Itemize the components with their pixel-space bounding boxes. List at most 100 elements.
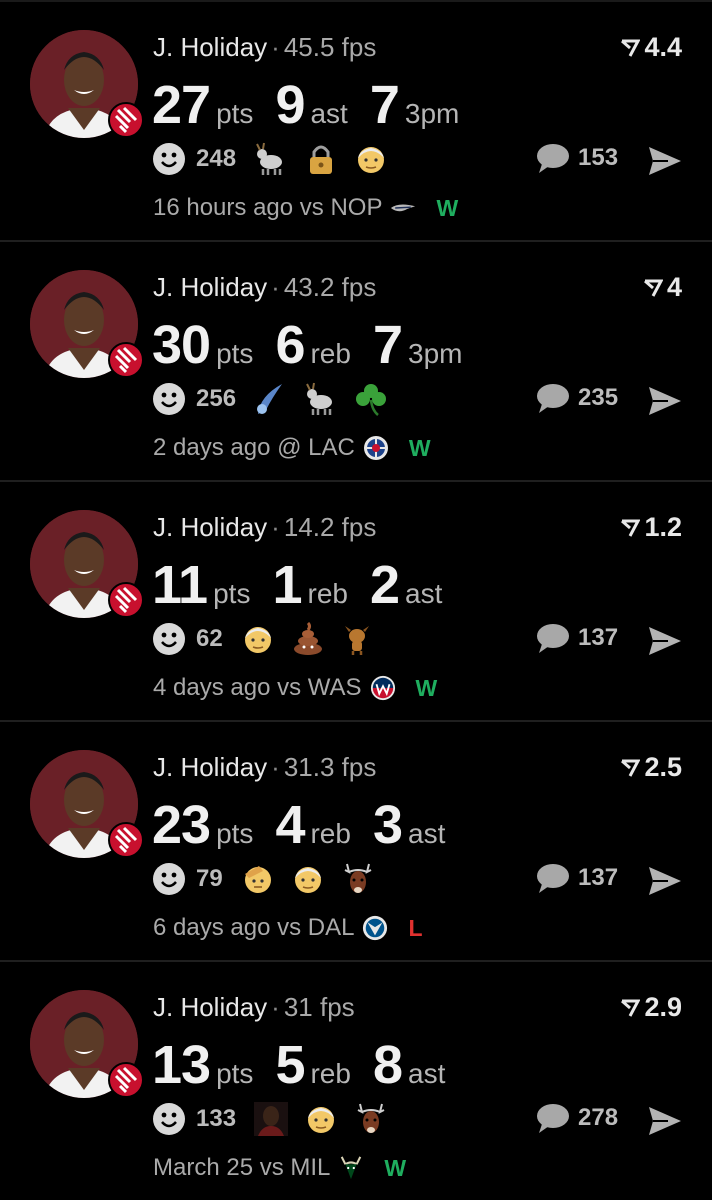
pelicans-logo-icon xyxy=(390,195,416,221)
send-icon xyxy=(649,387,681,415)
deer-icon[interactable] xyxy=(341,862,375,896)
game-info: 4 days ago vs WAS W xyxy=(153,674,437,702)
player-avatar[interactable] xyxy=(30,750,144,858)
comment-count: 137 xyxy=(578,624,619,651)
smiley-icon[interactable] xyxy=(152,622,186,656)
game-result: W xyxy=(436,194,459,221)
opponent[interactable]: WAS xyxy=(308,674,362,702)
post-time: March 25 xyxy=(153,1154,254,1181)
separator-dot: · xyxy=(271,512,280,542)
rating-score[interactable]: 2.5 xyxy=(620,752,682,783)
send-icon xyxy=(649,867,681,895)
venue: vs xyxy=(277,914,302,941)
reactions-bar: 133 xyxy=(152,1102,404,1136)
share-button[interactable] xyxy=(648,386,682,421)
share-button[interactable] xyxy=(648,866,682,901)
post-card[interactable]: J. Holiday · 43.2 fps 4 30 pts 6 reb 7 3pm 25… xyxy=(0,240,712,480)
poop-icon[interactable] xyxy=(291,622,325,656)
comment-icon xyxy=(537,624,569,653)
rating-score[interactable]: 4 xyxy=(643,272,682,303)
rating-icon xyxy=(621,999,641,1017)
opponent[interactable]: NOP xyxy=(330,194,382,222)
comments-button[interactable]: 235 xyxy=(536,382,618,414)
clippers-logo-icon xyxy=(363,435,389,461)
post-card[interactable]: J. Holiday · 31 fps 2.9 13 pts 5 reb 8 ast 13… xyxy=(0,960,712,1200)
rating-score[interactable]: 1.2 xyxy=(620,512,682,543)
rating-score[interactable]: 4.4 xyxy=(620,32,682,63)
smiley-icon[interactable] xyxy=(152,1102,186,1136)
stat-value: 9 xyxy=(275,75,305,135)
post-card[interactable]: J. Holiday · 14.2 fps 1.2 11 pts 1 reb 2 ast … xyxy=(0,480,712,720)
share-button[interactable] xyxy=(648,1106,682,1141)
player-avatar[interactable] xyxy=(30,270,144,378)
comments-button[interactable]: 153 xyxy=(536,142,618,174)
comment-count: 235 xyxy=(578,384,619,411)
player-name[interactable]: J. Holiday xyxy=(153,512,267,542)
stat-value: 6 xyxy=(275,315,305,375)
trail-blazers-logo-icon xyxy=(108,1062,144,1098)
share-button[interactable] xyxy=(648,146,682,181)
venue: vs xyxy=(299,194,324,221)
post-time: 16 hours ago xyxy=(153,194,294,221)
fantasy-points: 43.2 fps xyxy=(283,272,377,302)
stat-line: 27 pts 9 ast 7 3pm xyxy=(152,74,481,136)
game-info: 6 days ago vs DAL L xyxy=(153,914,423,942)
stat-label: 3pm xyxy=(404,98,460,129)
smiley-icon[interactable] xyxy=(152,142,186,176)
player-avatar[interactable] xyxy=(30,30,144,138)
stat-value: 8 xyxy=(372,1035,403,1095)
rating-value: 4.4 xyxy=(644,32,682,62)
stat-line: 13 pts 5 reb 8 ast xyxy=(152,1034,467,1096)
rating-score[interactable]: 2.9 xyxy=(620,992,682,1023)
post-card[interactable]: J. Holiday · 45.5 fps 4.4 27 pts 9 ast 7 3pm … xyxy=(0,0,712,240)
player-avatar[interactable] xyxy=(30,990,144,1098)
fantasy-points: 31 fps xyxy=(283,992,355,1022)
dog-icon[interactable] xyxy=(341,622,375,656)
deer-icon[interactable] xyxy=(354,1102,388,1136)
player-photo-icon[interactable] xyxy=(254,1102,289,1136)
stat-line: 11 pts 1 reb 2 ast xyxy=(152,554,464,616)
opponent[interactable]: DAL xyxy=(308,914,355,942)
comments-button[interactable]: 137 xyxy=(536,862,618,894)
shamrock-icon[interactable] xyxy=(354,382,388,416)
stat-value: 23 xyxy=(152,795,211,855)
old-man-icon[interactable] xyxy=(304,1102,338,1136)
smiley-icon[interactable] xyxy=(152,862,186,896)
separator-dot: · xyxy=(271,992,280,1022)
game-info: March 25 vs MIL W xyxy=(153,1154,406,1182)
rating-value: 2.5 xyxy=(644,752,682,782)
lock-icon[interactable] xyxy=(304,142,338,176)
stat-value: 13 xyxy=(152,1035,211,1095)
opponent[interactable]: MIL xyxy=(290,1154,330,1182)
rating-value: 4 xyxy=(666,272,682,302)
reactions-bar: 79 xyxy=(152,862,391,896)
player-name[interactable]: J. Holiday xyxy=(153,272,267,302)
comet-icon[interactable] xyxy=(254,382,288,416)
stat-value: 7 xyxy=(369,75,400,135)
opponent[interactable]: LAC xyxy=(308,434,355,462)
player-name[interactable]: J. Holiday xyxy=(153,32,267,62)
smiley-icon[interactable] xyxy=(152,382,186,416)
stat-value: 2 xyxy=(369,555,400,615)
player-name[interactable]: J. Holiday xyxy=(153,992,267,1022)
rating-icon xyxy=(621,39,641,57)
player-name[interactable]: J. Holiday xyxy=(153,752,267,782)
comments-button[interactable]: 278 xyxy=(536,1102,618,1134)
post-time: 2 days ago xyxy=(153,434,271,461)
reactions-bar: 248 xyxy=(152,142,404,176)
rating-icon xyxy=(643,279,663,297)
comments-button[interactable]: 137 xyxy=(536,622,618,654)
old-man-icon[interactable] xyxy=(291,862,325,896)
old-man-icon[interactable] xyxy=(354,142,388,176)
game-info: 16 hours ago vs NOP W xyxy=(153,194,458,222)
player-avatar[interactable] xyxy=(30,510,144,618)
old-man-icon[interactable] xyxy=(241,622,275,656)
post-card[interactable]: J. Holiday · 31.3 fps 2.5 23 pts 4 reb 3 ast … xyxy=(0,720,712,960)
bucks-logo-icon xyxy=(338,1155,364,1181)
goat-icon[interactable] xyxy=(304,382,338,416)
share-button[interactable] xyxy=(648,626,682,661)
saluting-face-icon[interactable] xyxy=(241,862,275,896)
stat-value: 5 xyxy=(275,1035,305,1095)
venue: @ xyxy=(277,434,302,461)
goat-icon[interactable] xyxy=(254,142,288,176)
